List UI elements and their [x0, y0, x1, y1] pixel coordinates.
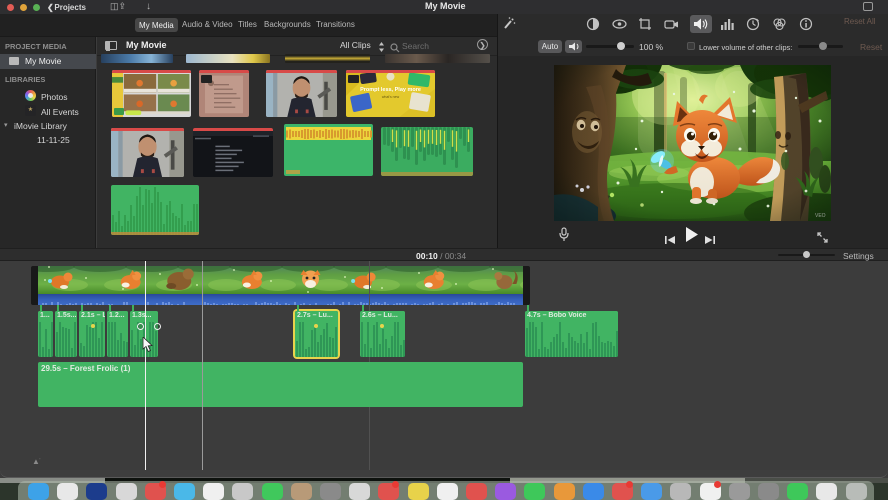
svg-text:VEO: VEO — [815, 213, 826, 219]
svg-text:what's new: what's new — [382, 95, 400, 99]
svg-text:Prompt less, Play more: Prompt less, Play more — [360, 87, 421, 93]
